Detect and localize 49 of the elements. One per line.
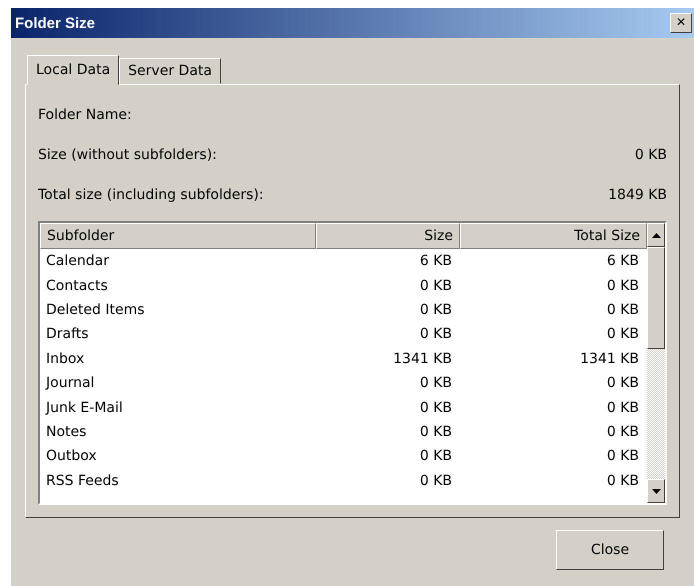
table-cell-text: Outbox	[45, 448, 98, 464]
table-cell-text: 0 KB	[606, 400, 640, 416]
table-cell-text: 6 KB	[606, 253, 640, 270]
scroll-thumb[interactable]	[647, 247, 665, 349]
table-cell-text: Journal	[44, 375, 96, 392]
table-cell-text: RSS Feeds	[45, 472, 120, 489]
table-cell-text: 6 KB	[418, 253, 453, 270]
table-cell-text: 0 KB	[418, 400, 453, 416]
field-label: Total size (including subfolders):	[38, 187, 264, 203]
table-cell-text: Junk E-Mail	[44, 400, 124, 416]
field-label: Folder Name:	[38, 107, 132, 123]
table-cell-text: 0 KB	[418, 448, 453, 464]
table-cell-text: 0 KB	[418, 302, 453, 318]
table-cell-text: 0 KB	[606, 278, 640, 294]
table-cell-text: 0 KB	[606, 375, 640, 392]
field-value: 1849 KB	[608, 187, 667, 203]
table-cell-text: 1341 KB	[579, 350, 640, 367]
table-cell-text: 0 KB	[606, 302, 640, 318]
window-title: Folder Size	[15, 14, 96, 32]
table-cell-text: Notes	[45, 424, 88, 440]
table-cell-text: 0 KB	[418, 278, 453, 294]
table-cell-text: 0 KB	[418, 326, 453, 342]
tab[interactable]: Server Data	[119, 58, 221, 84]
scroll-down-button[interactable]	[647, 479, 665, 503]
table-cell-text: 0 KB	[606, 326, 640, 342]
close-button[interactable]: ×	[670, 13, 692, 33]
table-cell-text: Deleted Items	[45, 302, 146, 318]
table-cell-text: 1341 KB	[392, 350, 453, 367]
table-cell-text: 0 KB	[418, 472, 453, 489]
table-cell-text: Contacts	[45, 278, 109, 294]
column-header[interactable]: Subfolder	[40, 223, 316, 249]
table-cell-text: Drafts	[45, 326, 90, 342]
table-cell-text: 0 KB	[418, 424, 453, 440]
table-cell-text: 0 KB	[606, 472, 640, 489]
scrollbar[interactable]	[647, 223, 665, 503]
field-value: 0 KB	[634, 147, 667, 163]
column-header[interactable]: Total Size	[460, 223, 647, 249]
table-cell-text: 0 KB	[606, 448, 640, 464]
scroll-up-icon	[652, 232, 660, 238]
scroll-down-icon	[652, 488, 660, 494]
close-button[interactable]: Close	[556, 530, 664, 570]
table-cell-text: Calendar	[45, 253, 110, 270]
table-cell-text: Inbox	[45, 350, 86, 367]
table-cell-text: 0 KB	[418, 375, 453, 392]
field-label: Size (without subfolders):	[38, 147, 217, 163]
column-header[interactable]: Size	[316, 223, 460, 249]
table-cell-text: 0 KB	[606, 424, 640, 440]
scroll-up-button[interactable]	[647, 223, 665, 247]
tab[interactable]: Local Data	[27, 55, 120, 85]
